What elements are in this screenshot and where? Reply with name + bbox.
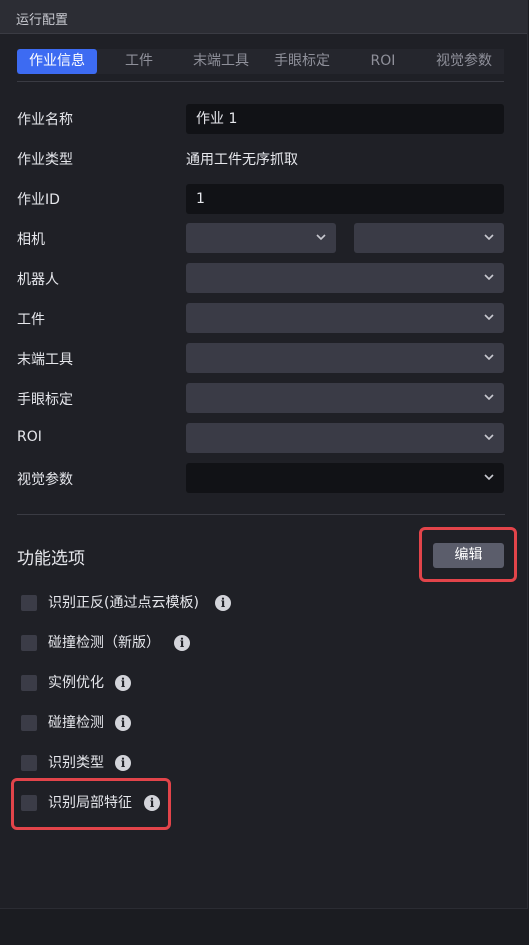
tab-workpiece[interactable]: 工件	[99, 49, 179, 74]
end-tool-select[interactable]	[186, 343, 504, 373]
vision-params-select[interactable]	[186, 463, 504, 493]
job-type-value: 通用工件无序抓取	[186, 152, 298, 168]
tab-job-info[interactable]: 作业信息	[17, 49, 97, 74]
info-icon[interactable]: i	[215, 595, 231, 611]
chevron-down-icon	[484, 354, 494, 361]
chevron-down-icon	[484, 314, 494, 321]
robot-label: 机器人	[17, 272, 59, 288]
run-config-panel: 运行配置 作业信息 工件 末端工具 手眼标定 ROI 视觉参数 作业名称 作业 …	[0, 0, 528, 909]
tab-bar: 作业信息 工件 末端工具 手眼标定 ROI 视觉参数	[17, 49, 504, 74]
workpiece-select[interactable]	[186, 303, 504, 333]
checkbox[interactable]	[21, 715, 37, 731]
tab-hand-eye[interactable]: 手眼标定	[262, 49, 342, 74]
tab-roi[interactable]: ROI	[343, 49, 423, 74]
info-icon[interactable]: i	[115, 715, 131, 731]
chevron-down-icon	[316, 234, 326, 241]
robot-select[interactable]	[186, 263, 504, 293]
end-tool-label: 末端工具	[17, 352, 73, 368]
checkbox[interactable]	[21, 635, 37, 651]
chevron-down-icon	[484, 474, 494, 481]
option-label: 实例优化	[48, 675, 104, 691]
info-icon[interactable]: i	[115, 675, 131, 691]
checkbox[interactable]	[21, 755, 37, 771]
panel-title: 运行配置	[16, 13, 69, 28]
chevron-down-icon	[484, 394, 494, 401]
chevron-down-icon	[484, 434, 494, 441]
chevron-down-icon	[484, 234, 494, 241]
hand-eye-label: 手眼标定	[17, 392, 73, 408]
job-id-input[interactable]: 1	[186, 184, 504, 214]
job-type-label: 作业类型	[17, 152, 73, 168]
hand-eye-select[interactable]	[186, 383, 504, 413]
vision-params-label: 视觉参数	[17, 472, 73, 488]
section-divider	[17, 514, 505, 515]
option-label: 碰撞检测	[48, 715, 104, 731]
checkbox[interactable]	[21, 675, 37, 691]
roi-select[interactable]	[186, 423, 504, 453]
tab-end-tool[interactable]: 末端工具	[181, 49, 261, 74]
job-id-label: 作业ID	[17, 192, 60, 208]
highlight-box-local-feature	[11, 778, 171, 830]
workpiece-label: 工件	[17, 312, 45, 328]
highlight-box-edit	[419, 527, 517, 582]
job-name-input[interactable]: 作业 1	[186, 104, 504, 134]
camera-select-2[interactable]	[354, 223, 504, 253]
roi-label: ROI	[17, 429, 42, 445]
option-label: 识别类型	[48, 755, 104, 771]
tab-vision-params[interactable]: 视觉参数	[424, 49, 504, 74]
camera-label: 相机	[17, 232, 45, 248]
job-name-label: 作业名称	[17, 112, 73, 128]
info-icon[interactable]: i	[115, 755, 131, 771]
chevron-down-icon	[484, 274, 494, 281]
features-title: 功能选项	[17, 549, 85, 569]
option-label: 识别正反(通过点云模板)	[48, 595, 199, 611]
info-icon[interactable]: i	[174, 635, 190, 651]
option-label: 碰撞检测（新版）	[48, 635, 160, 651]
checkbox[interactable]	[21, 595, 37, 611]
camera-select-1[interactable]	[186, 223, 336, 253]
tab-divider	[17, 81, 504, 82]
panel-titlebar: 运行配置	[0, 0, 527, 34]
